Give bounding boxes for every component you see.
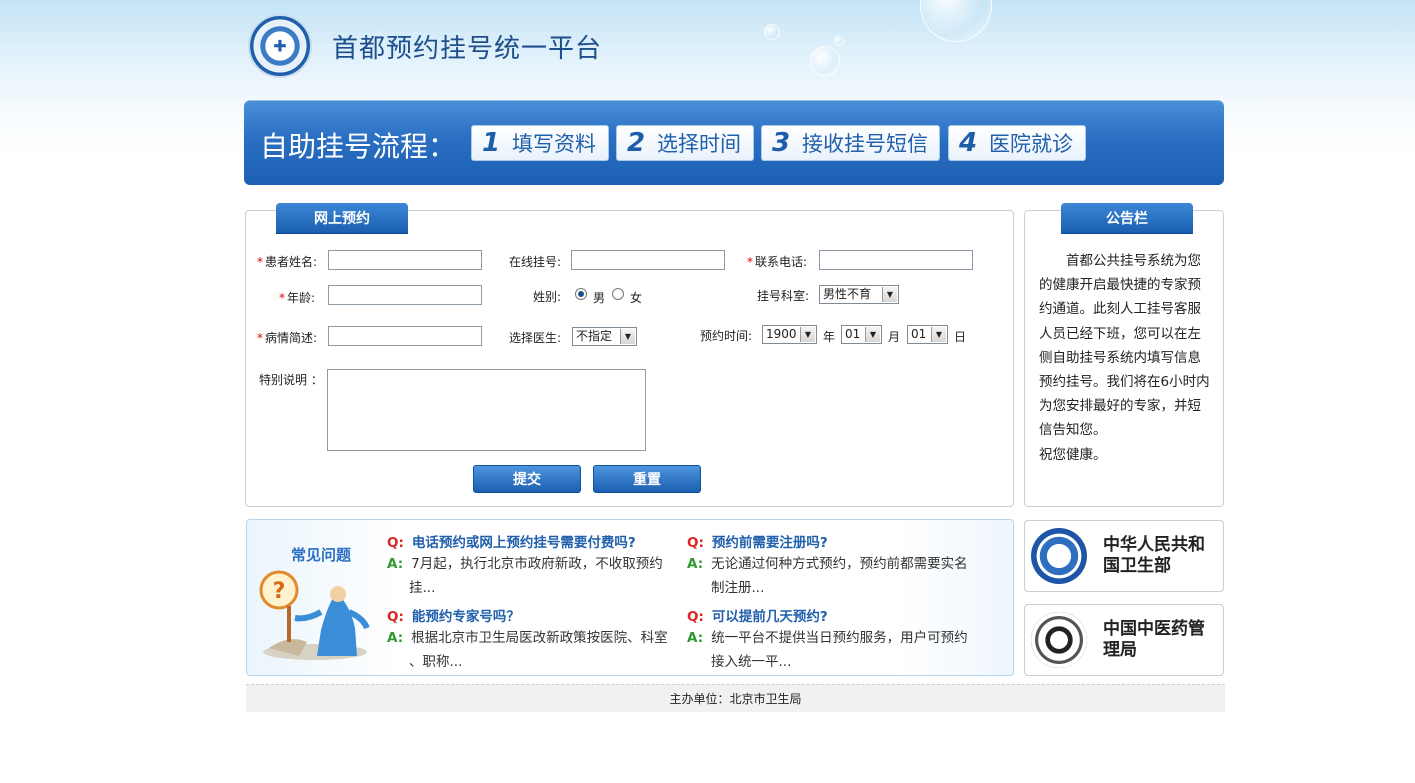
faq-question[interactable]: Q: 预约前需要注册吗?: [687, 531, 828, 551]
remark-textarea[interactable]: [327, 369, 646, 451]
day-select[interactable]: 01 ▼: [907, 325, 948, 344]
faq-answer: A: 无论通过何种方式预约，预约前都需要实名 制注册...: [687, 556, 968, 596]
step-number-icon: 1: [481, 128, 501, 158]
year-unit: 年: [823, 330, 836, 344]
department-select[interactable]: 男性不育 ▼: [819, 285, 899, 304]
svg-text:?: ?: [273, 579, 286, 604]
faq-title: 常见问题: [291, 546, 352, 564]
faq-panel: 常见问题 ? Q: 电话预约或网上预约挂号需要付费吗? A: 7月起，执行北京市政府…: [246, 519, 1014, 676]
step-choose-time: 2 选择时间: [616, 125, 754, 161]
month-unit: 月: [888, 330, 901, 344]
age-label: * 年龄:: [279, 291, 316, 305]
partner-name-line: 中国中医药管: [1103, 619, 1205, 639]
gender-female-radio[interactable]: [612, 288, 624, 300]
gender-male-radio[interactable]: [575, 288, 587, 300]
reset-button[interactable]: 重置: [593, 465, 701, 493]
site-logo-icon: ✚: [248, 14, 312, 78]
year-select[interactable]: 1900 ▼: [762, 325, 817, 344]
step-label: 填写资料: [512, 132, 596, 156]
online-number-label: 在线挂号:: [509, 255, 562, 269]
online-number-input[interactable]: [571, 250, 725, 270]
condition-label: * 病情简述:: [257, 331, 318, 345]
doctor-label: 选择医生:: [509, 331, 562, 345]
ministry-of-health-emblem-icon: [1031, 528, 1087, 584]
step-label: 选择时间: [657, 132, 741, 156]
process-title: 自助挂号流程：: [260, 130, 457, 163]
partner-link-ministry[interactable]: 中华人民共和 国卫生部: [1024, 520, 1224, 592]
gender-label: 姓别:: [533, 290, 562, 304]
step-label: 医院就诊: [989, 132, 1073, 156]
tcm-administration-emblem-icon: [1031, 612, 1087, 668]
partner-link-tcm[interactable]: 中国中医药管 理局: [1024, 604, 1224, 676]
phone-input[interactable]: [819, 250, 973, 270]
faq-answer: A: 7月起，执行北京市政府新政，不收取预约 挂...: [387, 556, 663, 596]
chevron-down-icon: ▼: [882, 287, 897, 302]
month-select[interactable]: 01 ▼: [841, 325, 882, 344]
appointment-form-panel: 网上预约 * 患者姓名: 在线挂号: * 联系电话: * 年龄: 姓别: 男 女 挂号…: [245, 203, 1014, 507]
bubble-decoration: [764, 24, 780, 40]
condition-input[interactable]: [328, 326, 482, 346]
notice-text: 首都公共挂号系统为您的健康开启最快捷的专家预约通道。此刻人工挂号客服人员已经下班…: [1039, 249, 1211, 467]
faq-question[interactable]: Q: 可以提前几天预约?: [687, 605, 828, 625]
gender-female-label: 女: [630, 291, 643, 305]
age-input[interactable]: [328, 285, 482, 305]
process-banner: 自助挂号流程： 1 填写资料 2 选择时间 3 接收挂号短信 4 医院就诊: [244, 100, 1224, 185]
faq-answer: A: 根据北京市卫生局医改新政策按医院、科室 、职称...: [387, 630, 668, 670]
step-number-icon: 2: [626, 128, 646, 158]
partner-name-line: 国卫生部: [1103, 556, 1171, 576]
patient-name-label: * 患者姓名:: [257, 255, 318, 269]
remark-label: 特别说明 ：: [259, 373, 323, 387]
chevron-down-icon: ▼: [931, 327, 946, 342]
notice-heading: 公告栏: [1061, 203, 1193, 233]
step-label: 接收挂号短信: [802, 132, 928, 156]
submit-button[interactable]: 提交: [473, 465, 581, 493]
bubble-decoration: [834, 36, 844, 46]
bubble-decoration: [810, 46, 840, 76]
bubble-decoration: [920, 0, 992, 42]
doctor-select[interactable]: 不指定 ▼: [572, 327, 637, 346]
notice-closing: 祝您健康。: [1039, 446, 1107, 463]
step-receive-sms: 3 接收挂号短信: [761, 125, 940, 161]
step-hospital-visit: 4 医院就诊: [948, 125, 1086, 161]
step-number-icon: 4: [958, 128, 978, 158]
step-number-icon: 3: [771, 128, 791, 158]
notice-board-panel: 公告栏 首都公共挂号系统为您的健康开启最快捷的专家预约通道。此刻人工挂号客服人员…: [1024, 203, 1224, 507]
partner-name-line: 中华人民共和: [1103, 535, 1205, 555]
step-fill-info: 1 填写资料: [471, 125, 609, 161]
department-label: 挂号科室:: [757, 289, 810, 303]
appointment-time-label: 预约时间:: [700, 329, 753, 343]
patient-name-input[interactable]: [328, 250, 482, 270]
chevron-down-icon: ▼: [865, 327, 880, 342]
notice-body: 首都公共挂号系统为您的健康开启最快捷的专家预约通道。此刻人工挂号客服人员已经下班…: [1039, 253, 1210, 439]
phone-label: * 联系电话:: [747, 255, 808, 269]
chevron-down-icon: ▼: [800, 327, 815, 342]
chevron-down-icon: ▼: [620, 329, 635, 344]
faq-question[interactable]: Q: 电话预约或网上预约挂号需要付费吗?: [387, 531, 636, 551]
page-title: 首都预约挂号统一平台: [332, 34, 603, 64]
question-person-illustration-icon: ?: [259, 570, 370, 660]
faq-answer: A: 统一平台不提供当日预约服务，用户可预约 接入统一平...: [687, 630, 968, 670]
faq-question[interactable]: Q: 能预约专家号吗？: [387, 605, 520, 625]
day-unit: 日: [954, 330, 967, 344]
footer-sponsor: 主办单位：北京市卫生局: [246, 684, 1225, 712]
partner-name-line: 理局: [1103, 640, 1137, 660]
form-heading: 网上预约: [276, 203, 408, 233]
gender-male-label: 男: [593, 291, 606, 305]
